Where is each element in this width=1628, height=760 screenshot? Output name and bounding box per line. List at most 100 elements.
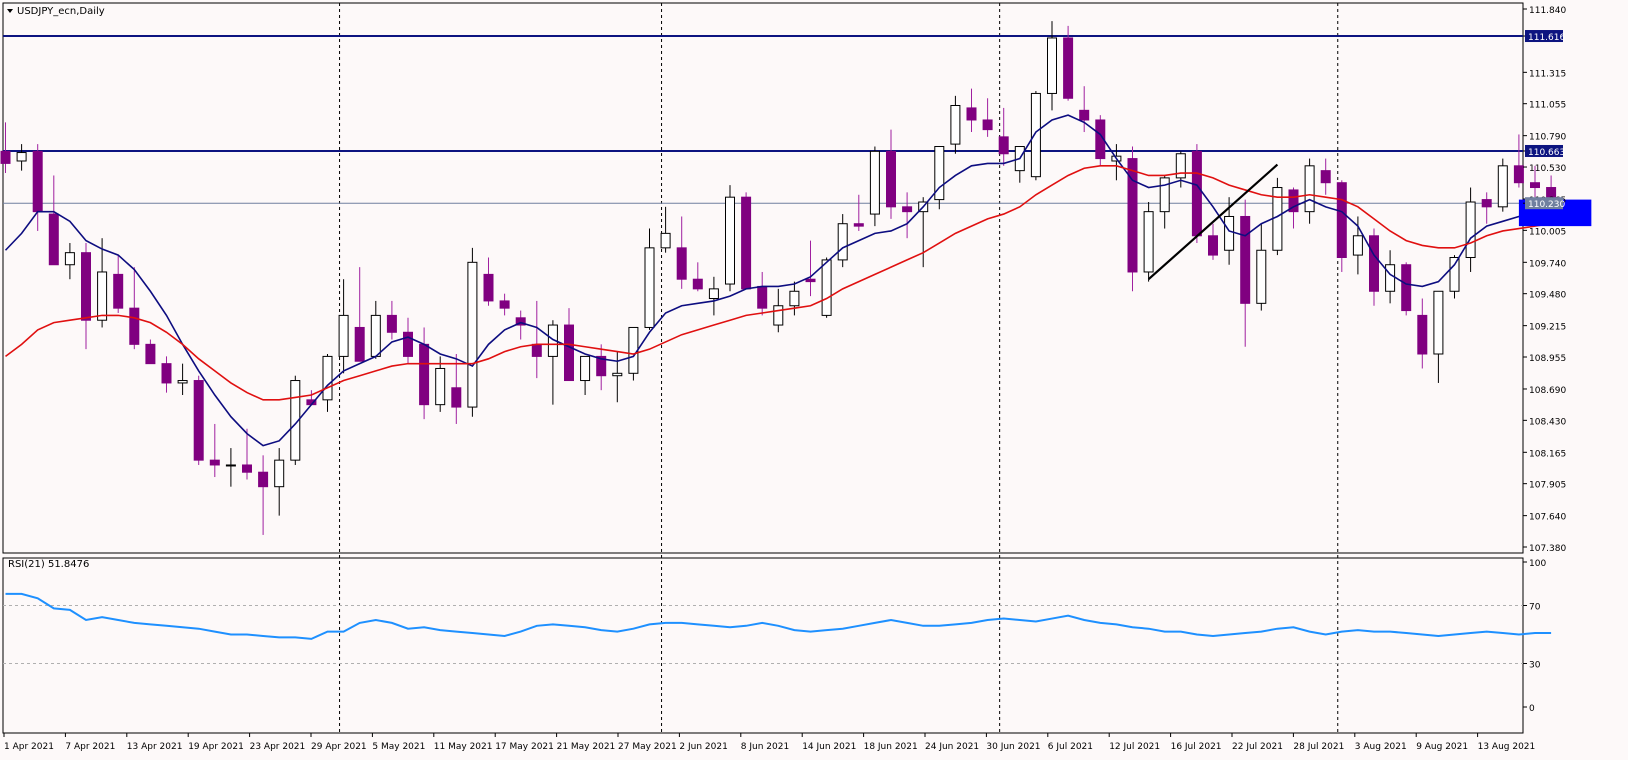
candle-body-13 — [209, 459, 220, 466]
candle-body-46 — [741, 196, 752, 290]
date-label-0: 1 Apr 2021 — [4, 742, 54, 752]
candle-body-81 — [1304, 165, 1315, 213]
candle-body-72 — [1159, 177, 1170, 213]
price-label-4: 110.790 — [1529, 133, 1566, 143]
date-label-24: 13 Aug 2021 — [1478, 742, 1536, 752]
date-label-23: 9 Aug 2021 — [1416, 742, 1468, 752]
candle-body-44 — [708, 288, 719, 300]
candle-body-31 — [499, 300, 510, 309]
candle-body-64 — [1030, 92, 1041, 178]
date-label-6: 5 May 2021 — [372, 742, 425, 752]
candle-body-87 — [1401, 264, 1412, 312]
candle-body-42 — [676, 247, 687, 280]
date-label-8: 17 May 2021 — [495, 742, 554, 752]
candle-body-82 — [1320, 170, 1331, 184]
candle-body-11 — [177, 380, 188, 384]
chart-root: 111.840 111.616 111.315 111.055 110.790 110.6… — [0, 2, 1592, 752]
candle-body-49 — [789, 290, 800, 307]
date-label-11: 2 Jun 2021 — [679, 742, 727, 752]
date-label-10: 27 May 2021 — [618, 742, 677, 752]
candle-body-86 — [1385, 264, 1396, 292]
candle-body-23 — [370, 314, 381, 357]
date-axis: 1 Apr 2021 7 Apr 2021 13 Apr 2021 19 Apr 20… — [3, 733, 1536, 752]
price-label-11: 109.480 — [1529, 291, 1566, 301]
candle-body-4 — [64, 252, 75, 266]
candle-body-36 — [580, 355, 591, 382]
candle-body-92 — [1481, 199, 1492, 208]
candle-body-61 — [982, 119, 993, 131]
candle-body-16 — [258, 471, 269, 488]
candle-body-93 — [1497, 165, 1508, 208]
candle-body-77 — [1240, 215, 1251, 304]
rsi-tick-label-0: 100 — [1529, 559, 1546, 569]
date-label-13: 14 Jun 2021 — [802, 742, 856, 752]
candle-body-30 — [483, 273, 494, 302]
candle-body-91 — [1465, 201, 1476, 258]
candle-body-28 — [451, 387, 462, 408]
price-label-16: 108.165 — [1529, 449, 1566, 459]
candle-body-1 — [16, 152, 27, 162]
date-label-16: 30 Jun 2021 — [986, 742, 1040, 752]
candle-body-17 — [274, 459, 285, 488]
candle-body-51 — [821, 259, 832, 316]
candle-body-74 — [1191, 150, 1202, 237]
price-label-17: 107.905 — [1529, 481, 1566, 491]
candle-body-75 — [1208, 235, 1218, 256]
candle-body-38 — [612, 372, 623, 377]
candle-body-14 — [225, 464, 236, 467]
candle-body-43 — [692, 278, 703, 290]
candle-body-5 — [81, 252, 91, 321]
date-label-4: 23 Apr 2021 — [250, 742, 306, 752]
date-label-3: 19 Apr 2021 — [188, 742, 244, 752]
price-label-15: 108.430 — [1529, 417, 1566, 427]
candle-body-24 — [386, 314, 397, 333]
rsi-plot-frame — [2, 557, 1524, 734]
candle-body-89 — [1433, 290, 1444, 355]
candle-body-27 — [435, 367, 446, 406]
rsi-label: RSI(21) 51.8476 — [8, 559, 89, 570]
candle-body-22 — [354, 326, 365, 362]
candle-body-52 — [837, 223, 848, 261]
candle-body-62 — [998, 136, 1009, 155]
candle-body-78 — [1256, 249, 1267, 304]
price-label-13: 108.955 — [1529, 354, 1566, 364]
candle-body-48 — [773, 305, 784, 326]
date-label-12: 8 Jun 2021 — [741, 742, 789, 752]
date-label-7: 11 May 2021 — [434, 742, 493, 752]
price-label-5: 110.663 — [1528, 148, 1565, 158]
candle-body-40 — [644, 247, 655, 328]
candle-body-66 — [1063, 37, 1074, 99]
candle-body-8 — [129, 307, 140, 345]
candle-body-45 — [725, 196, 735, 285]
date-label-9: 21 May 2021 — [557, 742, 616, 752]
candle-body-3 — [48, 213, 59, 266]
candle-body-25 — [403, 331, 413, 357]
candle-body-95 — [1530, 182, 1540, 189]
price-label-6: 110.530 — [1529, 164, 1566, 174]
price-label-18: 107.640 — [1529, 513, 1566, 523]
candle-body-56 — [902, 206, 913, 213]
candle-body-6 — [97, 271, 108, 321]
rsi-tick-label-1: 70 — [1529, 603, 1541, 613]
candle-body-85 — [1369, 235, 1379, 292]
candle-body-55 — [886, 150, 896, 208]
candle-body-54 — [869, 150, 880, 215]
price-label-8: 110.230 — [1528, 200, 1565, 210]
date-label-18: 12 Jul 2021 — [1109, 742, 1160, 752]
date-label-5: 29 Apr 2021 — [311, 742, 367, 752]
candle-body-84 — [1352, 235, 1363, 256]
candle-body-53 — [853, 223, 864, 227]
price-axis: 111.840 111.616 111.315 111.055 110.790 110.6… — [1523, 6, 1566, 554]
price-label-3: 111.055 — [1529, 101, 1566, 111]
price-label-14: 108.690 — [1529, 386, 1566, 396]
date-label-20: 22 Jul 2021 — [1232, 742, 1283, 752]
candle-body-71 — [1143, 211, 1154, 273]
candle-body-2 — [32, 150, 43, 213]
chart-title: USDJPY_ecn,Daily — [17, 6, 105, 17]
candle-body-65 — [1047, 37, 1057, 94]
rsi-tick-label-3: 0 — [1529, 704, 1535, 714]
candle-body-7 — [113, 273, 124, 309]
candle-body-88 — [1417, 314, 1428, 355]
candle-body-15 — [242, 464, 252, 473]
date-label-19: 16 Jul 2021 — [1171, 742, 1222, 752]
